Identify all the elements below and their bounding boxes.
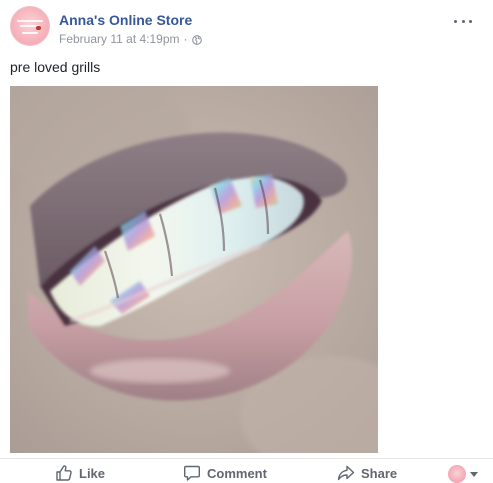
chevron-down-icon [470, 471, 478, 477]
avatar-text-line [22, 32, 38, 34]
comment-button[interactable]: Comment [183, 463, 267, 483]
post-timestamp[interactable]: February 11 at 4:19pm [59, 32, 180, 46]
thumbs-up-icon [56, 465, 72, 481]
share-label: Share [361, 465, 398, 481]
post-header: Anna's Online Store February 11 at 4:19p… [10, 6, 480, 46]
post-meta: February 11 at 4:19pm · [59, 32, 202, 46]
more-options-icon[interactable] [454, 16, 472, 26]
like-button[interactable]: Like [55, 463, 105, 483]
post-text: pre loved grills [10, 59, 101, 75]
post-action-bar: Like Comment Share [0, 458, 493, 483]
avatar-text-line [17, 20, 43, 22]
post-photo[interactable] [10, 86, 378, 453]
share-arrow-icon [337, 465, 355, 481]
feed-post: Anna's Online Store February 11 at 4:19p… [0, 0, 493, 483]
comment-icon [184, 465, 200, 481]
viewer-avatar [448, 465, 466, 483]
like-label: Like [79, 465, 106, 481]
comment-label: Comment [207, 465, 267, 481]
meta-separator: · [183, 32, 188, 46]
page-name-link[interactable]: Anna's Online Store [59, 12, 192, 28]
post-as-selector[interactable] [448, 465, 478, 483]
page-avatar[interactable] [10, 6, 50, 46]
avatar-heart-icon [36, 26, 41, 30]
share-button[interactable]: Share [337, 463, 397, 483]
globe-icon[interactable] [191, 34, 202, 45]
